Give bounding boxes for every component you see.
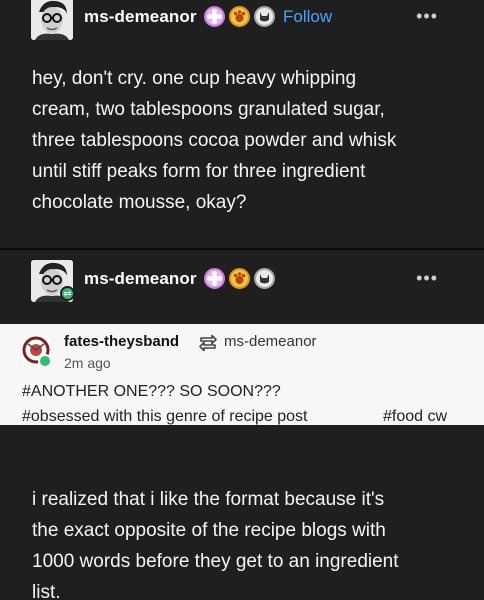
post-body: i realized that i like the format becaus… <box>32 489 399 600</box>
post-username[interactable]: ms-demeanor <box>84 269 197 289</box>
post-tag[interactable]: #food cw <box>383 408 447 426</box>
reblogged-from-username[interactable]: ms-demeanor <box>224 333 317 350</box>
paw-badge-icon <box>229 268 250 289</box>
quoted-author[interactable]: fates-theysband <box>64 333 179 350</box>
reblog-badge-icon <box>60 286 75 301</box>
user-badges <box>204 268 275 290</box>
reblog-badge-icon <box>38 354 52 368</box>
avatar[interactable] <box>31 0 73 40</box>
follow-button[interactable]: Follow <box>283 7 332 27</box>
cat-badge-icon <box>254 268 275 289</box>
reblog-icon <box>198 334 218 357</box>
more-options-icon[interactable]: ••• <box>416 268 438 289</box>
more-options-icon[interactable]: ••• <box>416 6 438 27</box>
post-body: hey, don't cry. one cup heavy whipping c… <box>32 68 397 213</box>
paw-badge-icon <box>229 6 250 27</box>
user-badges <box>204 6 275 28</box>
post-username[interactable]: ms-demeanor <box>84 7 197 27</box>
post-tag[interactable]: #obsessed with this genre of recipe post <box>22 408 308 426</box>
post-tag[interactable]: #ANOTHER ONE??? SO SOON??? <box>22 383 281 401</box>
post-card: ms-demeanor Follow ••• hey, don't cry. o… <box>0 0 484 248</box>
cat-badge-icon <box>254 6 275 27</box>
flower-badge-icon <box>204 268 225 289</box>
post-card: ms-demeanor ••• fates-theysband ms-demea… <box>0 248 484 600</box>
flower-badge-icon <box>204 6 225 27</box>
post-timestamp: 2m ago <box>64 355 111 371</box>
post-header: ms-demeanor Follow ••• <box>0 0 484 40</box>
post-header: ms-demeanor ••• <box>0 256 484 302</box>
reblog-quote: fates-theysband ms-demeanor 2m ago #ANOT… <box>0 324 484 425</box>
